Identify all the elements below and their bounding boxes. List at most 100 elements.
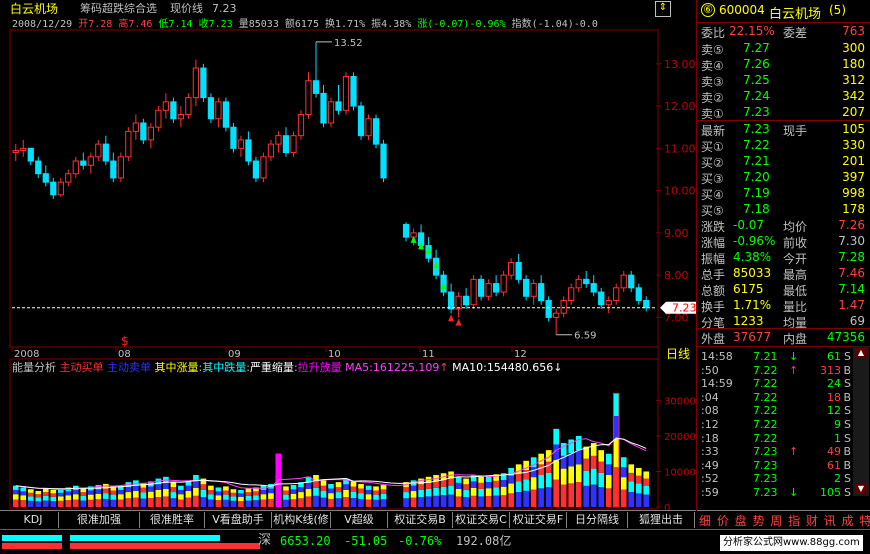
volume-bar-segment <box>530 489 537 507</box>
volume-bar-segment <box>613 416 620 439</box>
tick-flag: S <box>844 486 851 499</box>
tick-price: 7.23 <box>753 486 778 499</box>
volume-bar-segment <box>230 496 237 501</box>
volume-bar-segment <box>373 494 379 500</box>
volume-bar-segment <box>35 494 42 498</box>
volume-bar-segment <box>193 495 199 507</box>
legend-ma10: MA10:154480.656 <box>452 361 554 374</box>
candle-body <box>643 300 650 309</box>
bid-row: 买② 7.21 201 <box>697 153 870 170</box>
volume-bar-segment <box>455 482 462 489</box>
volume-bar-segment <box>110 499 117 507</box>
chart-canvas[interactable]: 13.0012.0011.0010.009.008.007.00 2008 08 0… <box>0 0 696 510</box>
volume-bar-segment <box>575 464 582 483</box>
candle-body <box>155 109 162 128</box>
x-tick-label: 12 <box>514 349 527 360</box>
tick-list[interactable]: 14:58 7.21 ↓ 61 S:50 7.22 ↑ 313 B 14:59 7.22 24 S:04… <box>697 346 870 499</box>
tick-row: :52 7.23 2 S <box>697 471 870 485</box>
volume-bar-segment <box>65 500 72 507</box>
volume-bar-segment <box>358 493 364 499</box>
volume-bar-segment <box>643 494 650 507</box>
volume-bar-segment <box>493 480 499 488</box>
quote-tabs-text[interactable]: 细 价 盘 势 周 指 财 讯 成 特 制 <box>699 512 870 529</box>
volume-bar-segment <box>148 486 154 492</box>
scroll-down-icon[interactable]: ▼ <box>855 484 867 494</box>
scroll-up-icon[interactable]: ▲ <box>855 348 867 358</box>
ask-price: 7.26 <box>743 57 770 71</box>
volume-bar-segment <box>343 489 349 498</box>
tick-flag: S <box>844 350 851 363</box>
volume-bar-segment <box>365 494 372 500</box>
volume-bar-segment <box>238 493 244 497</box>
volume-bar-segment <box>27 496 34 501</box>
tick-volume: 105 <box>820 486 841 499</box>
indicator-tab[interactable]: V超级MACD <box>331 512 388 542</box>
x-tick-label: 2008 <box>14 349 39 360</box>
candle-body <box>20 147 27 151</box>
volume-bar-segment <box>418 497 424 507</box>
volume-bar-segment <box>538 488 544 507</box>
volume-bar-segment <box>403 492 409 499</box>
volume-bar-segment <box>253 495 259 501</box>
volume-bar-segment <box>185 485 192 492</box>
bid-volume: 201 <box>842 154 865 168</box>
volume-bar-segment <box>95 499 102 507</box>
legend-up-volume: 其中涨量 <box>154 361 199 374</box>
volume-bar-segment <box>470 487 477 496</box>
volume-bar-segment <box>500 480 507 487</box>
stat-value: 7.26 <box>838 218 865 232</box>
high-annotation: 13.52 <box>334 38 363 49</box>
indicator-tab[interactable]: 权证交易B <box>388 512 453 528</box>
indicator-tab[interactable]: 机构K线(修 <box>272 512 331 528</box>
indicator-tab[interactable]: 很准加强 <box>59 512 140 528</box>
volume-bar-segment <box>260 499 267 507</box>
volume-bar-segment <box>110 494 117 500</box>
tick-volume: 313 <box>820 363 841 377</box>
indicator-tab[interactable]: 很准胜率 <box>140 512 205 528</box>
period-label[interactable]: 日线 <box>666 347 690 361</box>
tick-time: :50 <box>701 363 719 377</box>
indicator-tab[interactable]: 权证交易C <box>453 512 510 528</box>
indicator-tab[interactable]: 狐狸出击 <box>628 512 695 528</box>
volume-bar-segment <box>373 499 379 507</box>
candle-body <box>350 75 357 107</box>
volume-bar-segment <box>140 498 147 507</box>
bid-volume: 397 <box>842 170 865 184</box>
indicator-tab[interactable]: 日分隔线 <box>567 512 628 528</box>
indicator-tab[interactable]: KDJ <box>8 512 59 528</box>
ask-volume: 207 <box>842 105 865 119</box>
volume-ma-lines <box>15 436 647 491</box>
volume-bar-segment <box>298 487 304 493</box>
candle-body <box>282 135 290 154</box>
volume-bar-segment <box>260 494 267 500</box>
tick-volume: 1 <box>834 431 841 445</box>
volume-bar-segment <box>568 483 575 507</box>
x-tick-label: 09 <box>228 349 241 360</box>
tick-scrollbar[interactable]: ▲ ▼ <box>853 346 869 496</box>
volume-bar-segment <box>463 497 469 507</box>
tick-row: :33 7.23 ↑ 49 B <box>697 444 870 458</box>
status-change-pct: -0.76% <box>398 534 442 548</box>
quote-bottom-tabs[interactable]: 细 价 盘 势 周 指 财 讯 成 特 制 <box>697 510 870 529</box>
indicator-tab[interactable]: 权证交易F <box>510 512 567 528</box>
volume-bar-segment <box>118 489 124 495</box>
volume-bar-segment <box>268 498 274 507</box>
volume-tick-label: 200000 <box>664 432 696 443</box>
volume-bar-segment <box>12 489 19 495</box>
ask-row: 卖① 7.23 207 <box>697 104 870 121</box>
volume-bar-segment <box>95 489 102 494</box>
volume-bar-segment <box>328 493 334 499</box>
volume-bar-segment <box>283 494 289 500</box>
volume-bar-segment <box>575 450 582 465</box>
volume-bar-segment <box>20 500 27 507</box>
indicator-tab-bar: KDJ很准加强很准胜率V看盘助手机构K线(修V超级MACD权证交易B权证交易C权… <box>0 510 696 542</box>
status-index: 6653.20 <box>280 534 331 548</box>
volume-bar-segment <box>125 492 132 499</box>
volume-bar-segment <box>223 486 229 491</box>
tick-price: 7.22 <box>753 404 778 418</box>
volume-bar-segment <box>343 484 349 490</box>
tick-price: 7.22 <box>753 431 778 445</box>
volume-bar-segment <box>305 488 312 497</box>
status-watermark: 分析家公式网www.88gg.com <box>720 535 863 551</box>
indicator-tab[interactable]: V看盘助手 <box>205 512 272 528</box>
